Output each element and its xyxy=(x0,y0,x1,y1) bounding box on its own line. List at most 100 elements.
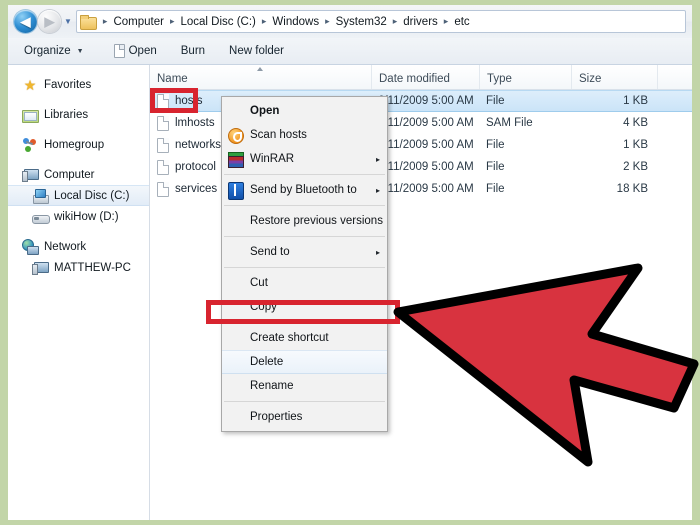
sidebar-item-favorites[interactable]: ★ Favorites xyxy=(8,74,149,95)
sidebar-item-homegroup[interactable]: Homegroup xyxy=(8,134,149,155)
column-header-spacer xyxy=(657,65,692,89)
sidebar-item-network[interactable]: Network xyxy=(8,236,149,257)
sidebar-item-label: Libraries xyxy=(44,108,89,121)
menu-item-label: Scan hosts xyxy=(250,129,307,141)
computer-icon xyxy=(22,167,39,183)
sidebar-item-label: Homegroup xyxy=(44,138,105,151)
forward-button[interactable]: ▶ xyxy=(38,10,61,33)
menu-item-open[interactable]: Open xyxy=(222,99,387,123)
file-type-cell: SAM File xyxy=(486,117,533,129)
sidebar-item-matthew-pc[interactable]: MATTHEW-PC xyxy=(8,257,149,278)
menu-item-delete[interactable]: Delete xyxy=(222,350,387,374)
menu-item-label: Send to xyxy=(250,246,290,258)
menu-item-label: Open xyxy=(250,105,280,117)
menu-item-label: Copy xyxy=(250,301,277,313)
removable-drive-icon xyxy=(32,209,50,225)
folder-icon xyxy=(79,15,97,30)
menu-item-send-to[interactable]: Send to ▸ xyxy=(222,240,387,264)
menu-icon-placeholder xyxy=(222,101,250,121)
sidebar-item-label: Favorites xyxy=(44,78,92,91)
menu-item-rename[interactable]: Rename xyxy=(222,374,387,398)
breadcrumb-item-local-disc[interactable]: Local Disc (C:) xyxy=(179,16,256,28)
menu-item-scan-hosts[interactable]: Scan hosts xyxy=(222,123,387,147)
menu-icon-placeholder xyxy=(222,352,250,372)
menu-separator xyxy=(224,322,385,323)
file-type-cell: File xyxy=(486,183,505,195)
file-type-cell: File xyxy=(486,95,505,107)
menu-icon-placeholder xyxy=(222,376,250,396)
breadcrumb-item-windows[interactable]: Windows xyxy=(271,16,320,28)
sidebar-item-libraries[interactable]: Libraries xyxy=(8,104,149,125)
menu-item-label: Properties xyxy=(250,411,303,423)
organize-button[interactable]: Organize ▼ xyxy=(16,42,92,60)
file-icon xyxy=(157,137,169,153)
back-button[interactable]: ◀ xyxy=(14,10,37,33)
homegroup-icon xyxy=(22,137,38,153)
sidebar-item-local-disc[interactable]: Local Disc (C:) xyxy=(8,185,149,206)
menu-item-winrar[interactable]: WinRAR ▸ xyxy=(222,147,387,171)
sidebar-item-label: MATTHEW-PC xyxy=(54,261,131,274)
menu-icon-placeholder xyxy=(222,273,250,293)
file-icon xyxy=(157,159,169,175)
breadcrumb-separator-1[interactable]: ▸ xyxy=(165,17,180,26)
submenu-arrow-icon: ▸ xyxy=(375,247,380,257)
file-size-cell: 1 KB xyxy=(623,139,648,151)
breadcrumb-separator-4[interactable]: ▸ xyxy=(388,17,403,26)
computer-icon xyxy=(32,260,49,276)
breadcrumb-separator-3[interactable]: ▸ xyxy=(320,17,335,26)
context-menu: Open Scan hosts WinRAR ▸ Send by Bluetoo… xyxy=(221,96,388,432)
menu-item-label: Rename xyxy=(250,380,294,392)
breadcrumb-item-etc[interactable]: etc xyxy=(453,16,470,28)
file-size-cell: 1 KB xyxy=(623,95,648,107)
menu-separator xyxy=(224,205,385,206)
menu-item-create-shortcut[interactable]: Create shortcut xyxy=(222,326,387,350)
navigation-pane: ★ Favorites Libraries Homegroup Computer xyxy=(8,65,150,520)
sidebar-item-label: Network xyxy=(44,240,87,253)
breadcrumb[interactable]: ▸ Computer ▸ Local Disc (C:) ▸ Windows ▸… xyxy=(75,10,686,33)
menu-item-properties[interactable]: Properties xyxy=(222,405,387,429)
column-header-label: Date modified xyxy=(379,73,450,85)
breadcrumb-item-computer[interactable]: Computer xyxy=(112,16,165,28)
breadcrumb-item-drivers[interactable]: drivers xyxy=(402,16,439,28)
breadcrumb-separator-0: ▸ xyxy=(102,16,108,26)
column-header-name[interactable]: Name xyxy=(150,65,371,89)
forward-arrow-icon: ▶ xyxy=(44,14,55,29)
back-arrow-icon: ◀ xyxy=(20,14,31,29)
menu-icon-placeholder xyxy=(222,242,250,262)
column-header-type[interactable]: Type xyxy=(479,65,571,89)
column-header-size[interactable]: Size xyxy=(571,65,657,89)
file-type-cell: File xyxy=(486,139,505,151)
winrar-icon xyxy=(222,149,250,169)
breadcrumb-separator-2[interactable]: ▸ xyxy=(257,17,272,26)
menu-item-label: Cut xyxy=(250,277,268,289)
breadcrumb-item-system32[interactable]: System32 xyxy=(335,16,388,28)
open-label: Open xyxy=(128,45,157,57)
column-header-label: Name xyxy=(157,73,188,85)
scan-icon xyxy=(222,125,250,145)
open-button[interactable]: Open xyxy=(106,41,165,61)
menu-icon-placeholder xyxy=(222,211,250,231)
menu-item-cut[interactable]: Cut xyxy=(222,271,387,295)
sidebar-item-computer[interactable]: Computer xyxy=(8,164,149,185)
menu-separator xyxy=(224,174,385,175)
menu-icon-placeholder xyxy=(222,297,250,317)
menu-item-restore-previous-versions[interactable]: Restore previous versions xyxy=(222,209,387,233)
file-name-label: lmhosts xyxy=(175,117,215,129)
sidebar-item-wikihow[interactable]: wikiHow (D:) xyxy=(8,206,149,227)
menu-separator xyxy=(224,267,385,268)
file-name-label: hosts xyxy=(175,95,203,107)
column-header-date-modified[interactable]: Date modified xyxy=(371,65,479,89)
new-folder-button[interactable]: New folder xyxy=(221,42,292,60)
burn-button[interactable]: Burn xyxy=(173,42,213,60)
star-icon: ★ xyxy=(23,76,37,93)
menu-item-label: Create shortcut xyxy=(250,332,329,344)
breadcrumb-separator-5[interactable]: ▸ xyxy=(439,17,454,26)
document-icon xyxy=(113,44,125,58)
menu-item-copy[interactable]: Copy xyxy=(222,295,387,319)
screenshot-root: ◀ ▶ ▼ ▸ Computer ▸ Local Disc (C:) ▸ Win… xyxy=(0,0,700,525)
column-headers: Name Date modified Type Size xyxy=(150,65,692,90)
history-dropdown-button[interactable]: ▼ xyxy=(64,17,72,26)
menu-item-send-by-bluetooth-to[interactable]: Send by Bluetooth to ▸ xyxy=(222,178,387,202)
file-name-label: networks xyxy=(175,139,222,151)
libraries-icon xyxy=(22,107,39,123)
